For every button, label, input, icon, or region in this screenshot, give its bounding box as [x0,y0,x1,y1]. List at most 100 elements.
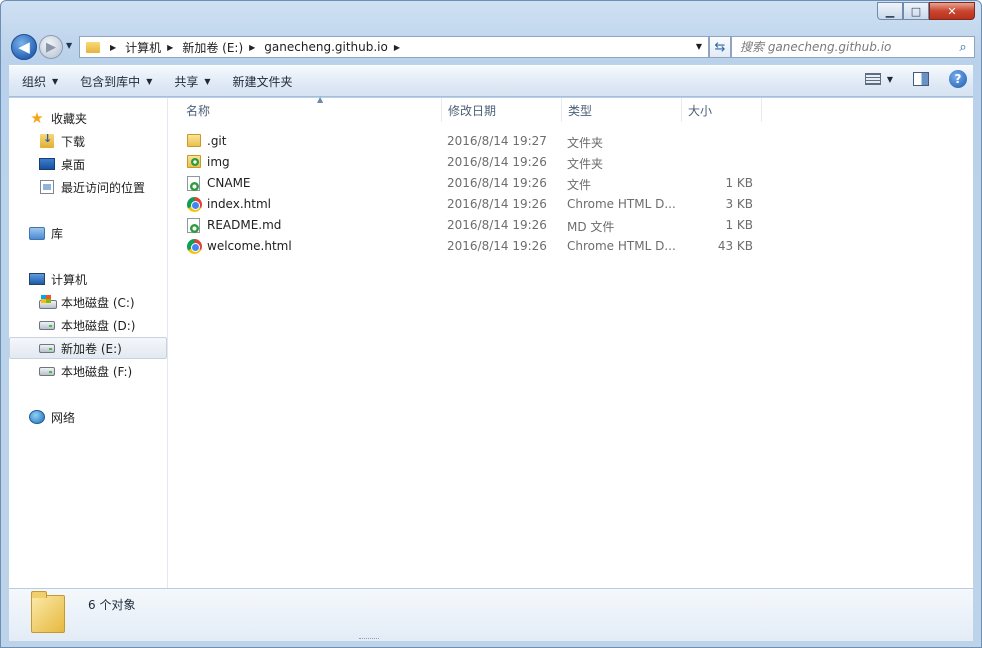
drive-icon [39,341,55,355]
file-row[interactable]: img 2016/8/14 19:26 文件夹 [179,152,769,173]
file-row[interactable]: .git 2016/8/14 19:27 文件夹 [179,131,769,152]
breadcrumb-arrow-icon[interactable]: ▶ [394,43,400,52]
change-view-icon[interactable] [864,73,881,85]
file-modified: 2016/8/14 19:26 [447,239,547,253]
sidebar-item-computer[interactable]: 计算机 [9,268,167,290]
breadcrumb-drive-e[interactable]: 新加卷 (E:) [182,39,243,56]
sidebar-item-drive-c[interactable]: 本地磁盘 (C:) [9,291,167,313]
file-row[interactable]: README.md 2016/8/14 19:26 MD 文件 1 KB [179,215,769,236]
organize-label: 组织 [22,74,47,89]
new-folder-label: 新建文件夹 [232,74,293,89]
close-button[interactable]: ✕ [929,2,975,20]
recent-pages-dropdown-icon[interactable]: ▼ [66,41,72,50]
breadcrumb-computer[interactable]: 计算机 [125,39,161,56]
sidebar-item-favorites[interactable]: ★ 收藏夹 [9,107,167,129]
file-row[interactable]: index.html 2016/8/14 19:26 Chrome HTML D..… [179,194,769,215]
file-type: Chrome HTML D... [567,239,676,253]
folder-icon [187,155,201,168]
address-dropdown-icon[interactable]: ▼ [696,42,702,51]
file-name: index.html [207,197,271,211]
file-row[interactable]: CNAME 2016/8/14 19:26 文件 1 KB [179,173,769,194]
file-size: 1 KB [725,176,753,190]
file-size: 1 KB [725,218,753,232]
sidebar-item-drive-d[interactable]: 本地磁盘 (D:) [9,314,167,336]
column-header-modified[interactable]: 修改日期 [442,98,562,122]
maximize-button[interactable]: □ [903,2,929,20]
sidebar-item-label: 本地磁盘 (C:) [61,295,135,310]
column-header-label: 类型 [568,103,593,118]
system-drive-icon [39,295,57,309]
file-name: img [207,155,230,169]
share-button[interactable]: 共享 ▼ [165,69,219,93]
file-type: 文件夹 [567,136,604,150]
chevron-down-icon: ▼ [204,76,211,86]
sidebar-item-label: 新加卷 (E:) [61,341,122,356]
view-controls: ▼ ? [864,70,967,88]
search-icon[interactable]: ⌕ [952,40,974,55]
forward-button[interactable]: ▶ [39,35,63,59]
sidebar-item-label: 库 [51,226,64,241]
file-type: Chrome HTML D... [567,197,676,211]
column-header-size[interactable]: 大小 [682,98,762,122]
column-headers: 名称 ▲ 修改日期 类型 大小 [169,95,973,124]
new-folder-button[interactable]: 新建文件夹 [224,69,302,93]
recent-places-icon [39,180,55,194]
back-button[interactable]: ◀ [11,34,37,60]
column-header-name[interactable]: 名称 ▲ [180,95,442,122]
help-icon[interactable]: ? [949,70,967,88]
sidebar-item-label: 下载 [61,134,86,149]
document-icon [187,176,200,191]
star-icon: ★ [30,109,44,127]
breadcrumb-arrow-icon[interactable]: ▶ [167,43,173,52]
breadcrumb-arrow-icon[interactable]: ▶ [249,43,255,52]
sidebar-item-desktop[interactable]: 桌面 [9,153,167,175]
file-modified: 2016/8/14 19:27 [447,134,547,148]
navigation-bar: ◀ ▶ ▼ ▶ 计算机 ▶ 新加卷 (E:) ▶ ganecheng.githu… [9,31,975,63]
file-name: README.md [207,218,282,232]
file-name: .git [207,134,227,148]
window-controls: ▁ □ ✕ [877,2,975,20]
sidebar-item-label: 最近访问的位置 [61,180,146,195]
file-modified: 2016/8/14 19:26 [447,218,547,232]
folder-icon [187,134,201,147]
sidebar-item-network[interactable]: 网络 [9,406,167,428]
sidebar-item-libraries[interactable]: 库 [9,222,167,244]
search-box[interactable]: ⌕ [731,36,975,58]
file-modified: 2016/8/14 19:26 [447,176,547,190]
column-header-type[interactable]: 类型 [562,98,682,122]
sidebar-item-label: 本地磁盘 (F:) [61,364,133,379]
column-header-label: 名称 [186,103,211,118]
chrome-icon [187,239,202,254]
sidebar-item-drive-f[interactable]: 本地磁盘 (F:) [9,360,167,382]
breadcrumb-current-folder[interactable]: ganecheng.github.io [264,40,388,54]
organize-button[interactable]: 组织 ▼ [13,69,67,93]
column-header-label: 修改日期 [448,103,497,118]
refresh-button[interactable]: ⇆ [709,36,731,58]
sidebar-item-recent-places[interactable]: 最近访问的位置 [9,176,167,198]
file-modified: 2016/8/14 19:26 [447,155,547,169]
sidebar-item-label: 计算机 [51,272,88,287]
file-name: welcome.html [207,239,292,253]
breadcrumb-arrow-icon[interactable]: ▶ [110,43,116,52]
chevron-down-icon: ▼ [146,76,153,86]
network-icon [29,410,45,424]
desktop-icon [39,157,55,171]
sidebar-item-drive-e[interactable]: 新加卷 (E:) [9,337,167,359]
sidebar-item-label: 本地磁盘 (D:) [61,318,136,333]
file-type: 文件 [567,178,592,192]
search-input[interactable] [732,38,952,56]
share-label: 共享 [174,74,199,89]
resize-grip[interactable] [359,638,379,641]
file-row[interactable]: welcome.html 2016/8/14 19:26 Chrome HTML D… [179,236,769,257]
column-header-label: 大小 [688,103,713,118]
view-dropdown-icon[interactable]: ▼ [887,75,893,84]
folder-icon [31,591,65,633]
preview-pane-icon[interactable] [913,72,929,86]
sort-ascending-icon: ▲ [317,95,324,104]
details-pane: 6 个对象 [9,588,973,641]
address-bar[interactable]: ▶ 计算机 ▶ 新加卷 (E:) ▶ ganecheng.github.io ▶… [79,36,709,58]
minimize-button[interactable]: ▁ [877,2,903,20]
sidebar-item-downloads[interactable]: 下载 [9,130,167,152]
explorer-window: ▁ □ ✕ ◀ ▶ ▼ ▶ 计算机 ▶ 新加卷 (E:) ▶ ganecheng… [0,0,982,648]
include-in-library-button[interactable]: 包含到库中 ▼ [71,69,161,93]
